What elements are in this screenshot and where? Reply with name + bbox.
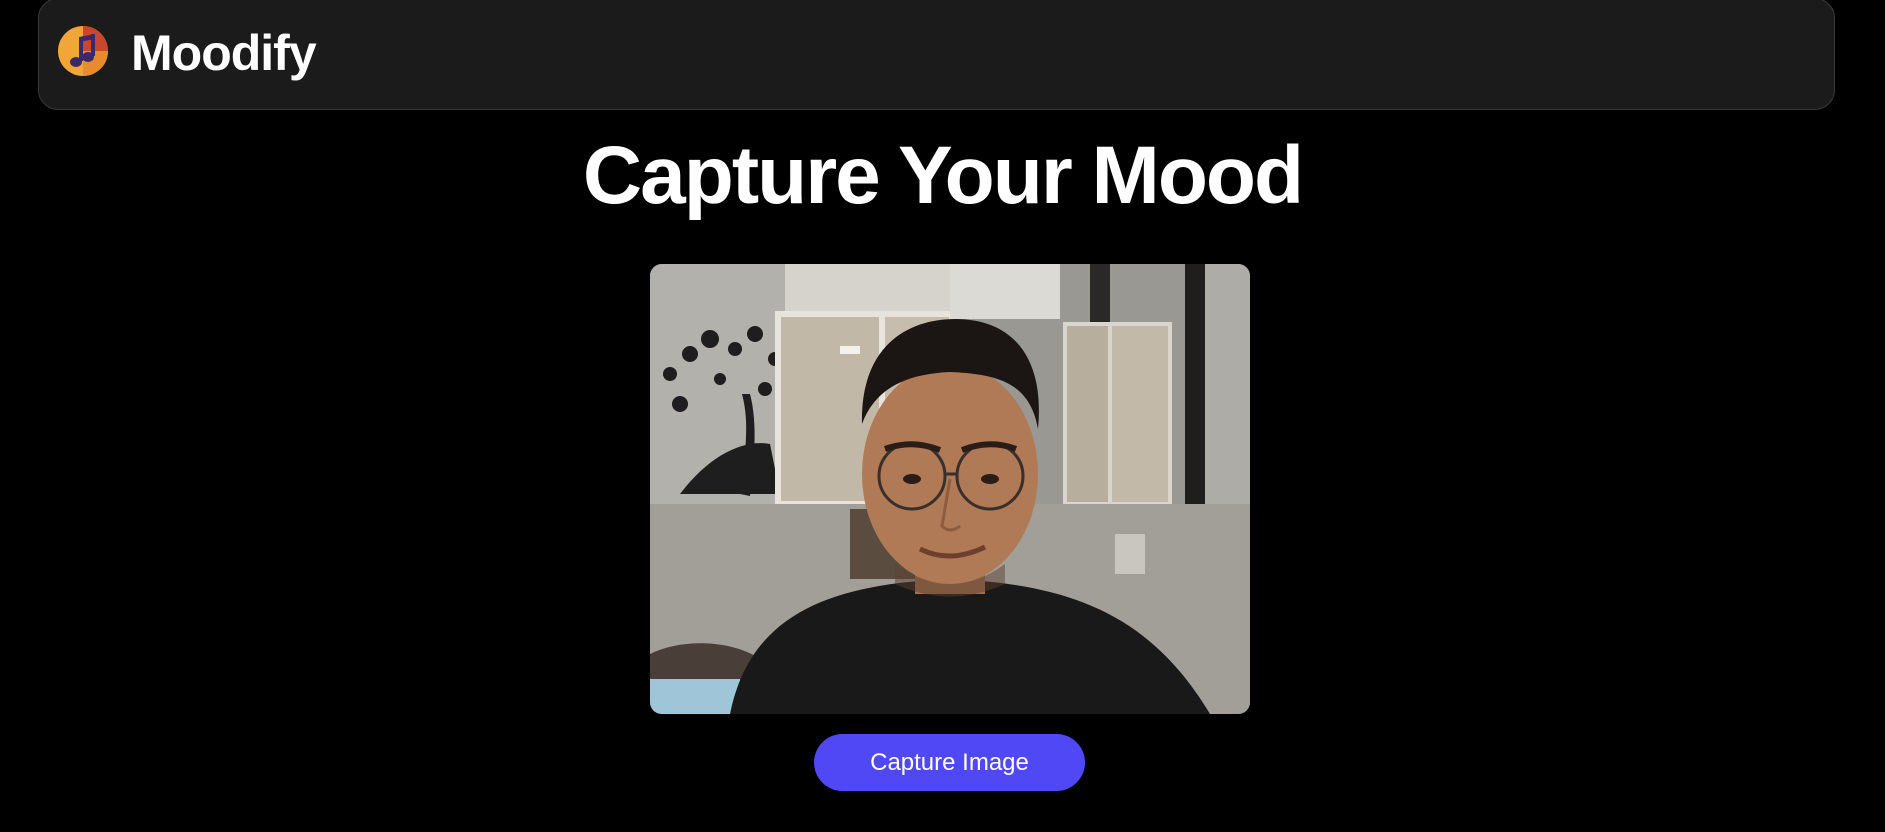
capture-image-button[interactable]: Capture Image <box>814 734 1085 791</box>
moodify-logo-icon[interactable] <box>57 25 109 77</box>
webcam-preview-image <box>650 264 1250 714</box>
page-title: Capture Your Mood <box>582 130 1304 221</box>
webcam-feed <box>650 264 1250 714</box>
brand-name[interactable]: Moodify <box>131 23 317 83</box>
top-navbar: Moodify <box>38 0 1835 110</box>
